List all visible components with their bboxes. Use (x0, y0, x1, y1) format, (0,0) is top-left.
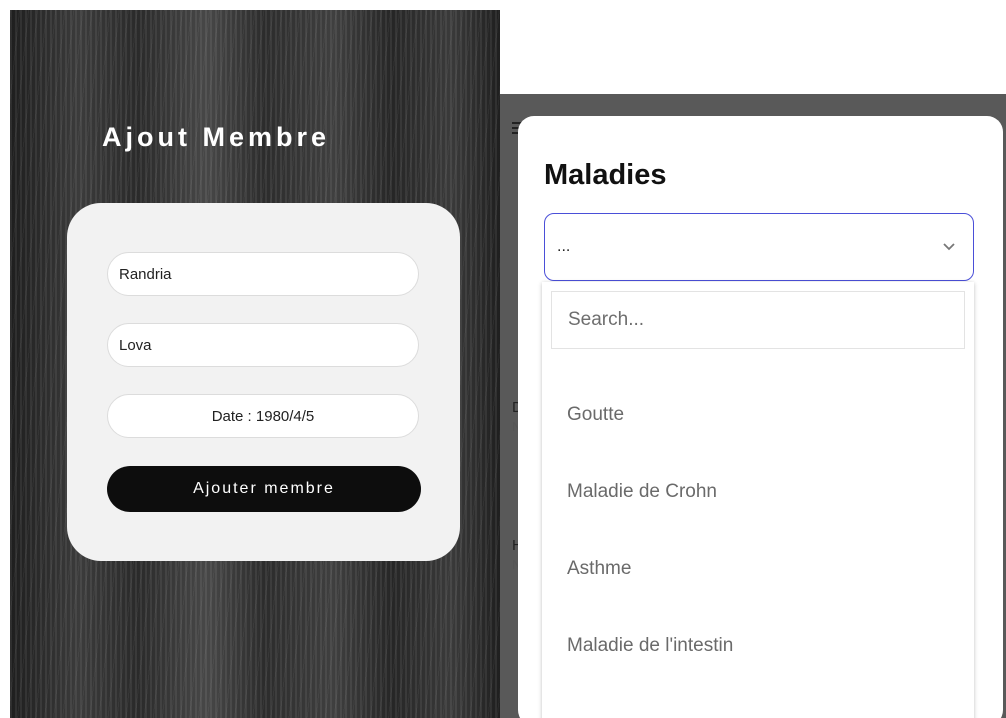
dropdown-option[interactable]: Asthme (567, 558, 631, 580)
first-name-field[interactable]: Lova (107, 323, 419, 367)
diseases-screen: D N H N Maladies ... Goutte Maladie de C… (500, 94, 1006, 718)
diseases-dialog: Maladies ... Goutte Maladie de Crohn Ast… (518, 116, 1003, 718)
chevron-down-icon (943, 243, 955, 251)
member-form-card: Randria Lova Date : 1980/4/5 Ajouter mem… (67, 203, 460, 561)
dropdown-option[interactable]: Maladie de Crohn (567, 481, 717, 503)
dropdown-menu: Goutte Maladie de Crohn Asthme Maladie d… (542, 282, 974, 718)
dropdown-option[interactable]: Maladie de l'intestin (567, 635, 733, 657)
add-member-screen: Ajout Membre Randria Lova Date : 1980/4/… (10, 10, 500, 718)
search-input[interactable] (551, 291, 965, 349)
date-picker-field[interactable]: Date : 1980/4/5 (107, 394, 419, 438)
disease-select[interactable]: ... (544, 213, 974, 281)
dialog-title: Maladies (544, 159, 667, 191)
add-member-button[interactable]: Ajouter membre (107, 466, 421, 512)
select-value: ... (557, 238, 571, 255)
last-name-field[interactable]: Randria (107, 252, 419, 296)
page-title: Ajout Membre (102, 122, 331, 152)
dropdown-option[interactable]: Goutte (567, 404, 624, 426)
